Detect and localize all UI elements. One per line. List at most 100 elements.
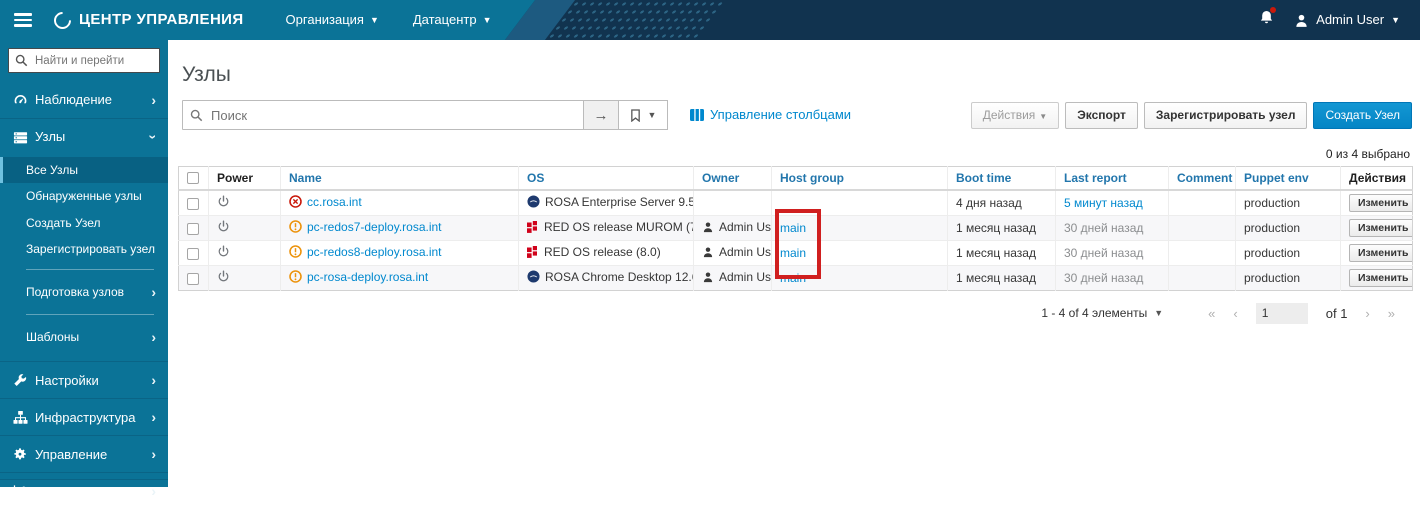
row-checkbox[interactable] — [187, 198, 199, 210]
column-header[interactable]: Owner — [694, 166, 772, 190]
sidebar-item-monitoring-overview[interactable]: Наблюдение › — [0, 81, 168, 118]
chevron-right-icon: › — [151, 285, 156, 299]
host-name-link[interactable]: pc-redos7-deploy.rosa.int — [307, 220, 442, 234]
hosts-table-wrap: PowerNameOSOwnerHost groupBoot timeLast … — [178, 166, 1412, 291]
row-checkbox[interactable] — [187, 273, 199, 285]
first-page-button[interactable]: « — [1208, 306, 1215, 322]
register-host-button[interactable]: Зарегистрировать узел — [1144, 102, 1308, 129]
hamburger-menu-icon[interactable] — [0, 13, 46, 27]
puppet-env: production — [1236, 240, 1341, 265]
last-report[interactable]: 5 минут назад — [1064, 196, 1143, 210]
bookmark-button[interactable]: ▼ — [618, 100, 668, 130]
os-icon — [527, 195, 540, 211]
os-icon — [527, 270, 540, 286]
page-count-label: of 1 — [1326, 306, 1348, 322]
puppet-env: production — [1236, 190, 1341, 216]
host-group-link[interactable]: main — [780, 246, 806, 260]
divider — [26, 269, 154, 270]
brand[interactable]: ЦЕНТР УПРАВЛЕНИЯ — [54, 11, 244, 29]
page-number-input[interactable] — [1256, 303, 1308, 324]
sidebar-item-all-hosts[interactable]: Все Узлы — [0, 157, 168, 183]
organization-menu[interactable]: Организация ▼ — [286, 12, 379, 28]
column-header[interactable]: Boot time — [948, 166, 1056, 190]
sidebar-item-provisioning[interactable]: Подготовка узлов › — [0, 276, 168, 308]
brand-title: ЦЕНТР УПРАВЛЕНИЯ — [79, 11, 244, 29]
column-header: Power — [209, 166, 281, 190]
sidebar-item-discovered-hosts[interactable]: Обнаруженные узлы — [0, 183, 168, 209]
sidebar-item-hosts[interactable]: Узлы › — [0, 118, 168, 155]
edit-button[interactable]: Изменить — [1349, 269, 1413, 287]
edit-button[interactable]: Изменить — [1349, 219, 1413, 237]
column-header[interactable]: Host group — [772, 166, 948, 190]
chevron-down-icon: ▼ — [370, 16, 379, 25]
search-input[interactable] — [182, 100, 584, 130]
chevron-down-icon: ▼ — [1039, 112, 1047, 121]
sidebar-search-input[interactable] — [8, 48, 160, 73]
os-icon — [527, 221, 539, 236]
owner-user-icon — [702, 246, 714, 261]
user-name: Admin User — [1316, 12, 1384, 28]
hosts-submenu: Все Узлы Обнаруженные узлы Создать Узел … — [0, 155, 168, 361]
column-header[interactable]: Puppet env — [1236, 166, 1341, 190]
sidebar-item-templates[interactable]: Шаблоны › — [0, 321, 168, 353]
search-submit-button[interactable]: → — [583, 100, 619, 130]
sidebar-item-create-host[interactable]: Создать Узел — [0, 210, 168, 236]
edit-button[interactable]: Изменить — [1349, 194, 1413, 212]
host-name-link[interactable]: pc-redos8-deploy.rosa.int — [307, 245, 442, 259]
main-content: Узлы → ▼ Управление столбцами Действия▼ … — [168, 40, 1420, 487]
column-header[interactable]: Comment — [1169, 166, 1236, 190]
column-header[interactable]: OS — [519, 166, 694, 190]
next-page-button[interactable]: › — [1365, 306, 1369, 322]
page-title: Узлы — [182, 62, 1420, 87]
host-name-link[interactable]: cc.rosa.int — [307, 195, 362, 209]
column-header[interactable]: Name — [281, 166, 519, 190]
table-row: pc-rosa-deploy.rosa.int ROSA Chrome Desk… — [179, 265, 1413, 290]
chevron-right-icon: › — [151, 447, 156, 461]
boot-time: 1 месяц назад — [948, 240, 1056, 265]
notification-dot — [1270, 7, 1276, 13]
owner-user-icon — [702, 221, 714, 236]
gauge-icon — [13, 92, 35, 107]
row-checkbox[interactable] — [187, 223, 199, 235]
edit-button[interactable]: Изменить — [1349, 244, 1413, 262]
owner-user-icon — [702, 271, 714, 286]
os-label: ROSA Enterprise Server 9.5 — [545, 195, 694, 209]
owner-label: Admin User — [719, 270, 772, 284]
chevron-right-icon: › — [151, 484, 156, 498]
sidebar-item-monitor[interactable]: Мониторинг › — [0, 472, 168, 509]
user-menu[interactable]: Admin User ▼ — [1294, 12, 1400, 28]
create-host-button[interactable]: Создать Узел — [1313, 102, 1412, 129]
host-status-icon — [289, 245, 302, 261]
host-group-link[interactable]: main — [780, 221, 806, 235]
sidebar-item-settings[interactable]: Настройки › — [0, 361, 168, 398]
datacenter-menu[interactable]: Датацентр ▼ — [413, 12, 492, 28]
export-button[interactable]: Экспорт — [1065, 102, 1138, 129]
search-icon — [190, 108, 203, 127]
manage-columns-link[interactable]: Управление столбцами — [690, 107, 851, 123]
sitemap-icon — [13, 410, 35, 425]
actions-button[interactable]: Действия▼ — [971, 102, 1060, 129]
column-header[interactable]: Last report — [1056, 166, 1169, 190]
server-icon — [13, 130, 35, 145]
table-row: pc-redos8-deploy.rosa.int RED OS release… — [179, 240, 1413, 265]
columns-icon — [690, 109, 704, 121]
prev-page-button[interactable]: ‹ — [1233, 306, 1237, 322]
per-page-dropdown[interactable]: 1 - 4 of 4 элементы ▼ — [1041, 306, 1163, 320]
sidebar-item-infrastructure[interactable]: Инфраструктура › — [0, 398, 168, 435]
top-navbar: ЦЕНТР УПРАВЛЕНИЯ Организация ▼ Датацентр… — [0, 0, 1420, 40]
os-icon — [527, 246, 539, 261]
notifications-bell-icon[interactable] — [1259, 9, 1274, 30]
select-all-checkbox[interactable] — [187, 172, 199, 184]
chevron-right-icon: › — [151, 373, 156, 387]
host-group-link[interactable]: main — [780, 271, 806, 285]
host-name-link[interactable]: pc-rosa-deploy.rosa.int — [307, 270, 428, 284]
comment — [1169, 190, 1236, 216]
sidebar: Наблюдение › Узлы › Все Узлы Обнаруженны… — [0, 40, 168, 487]
chart-icon — [13, 484, 35, 498]
last-page-button[interactable]: » — [1388, 306, 1395, 322]
last-report: 30 дней назад — [1064, 271, 1143, 285]
table-header-row: PowerNameOSOwnerHost groupBoot timeLast … — [179, 166, 1413, 190]
sidebar-item-register-host[interactable]: Зарегистрировать узел — [0, 236, 168, 262]
row-checkbox[interactable] — [187, 248, 199, 260]
sidebar-item-administer[interactable]: Управление › — [0, 435, 168, 472]
